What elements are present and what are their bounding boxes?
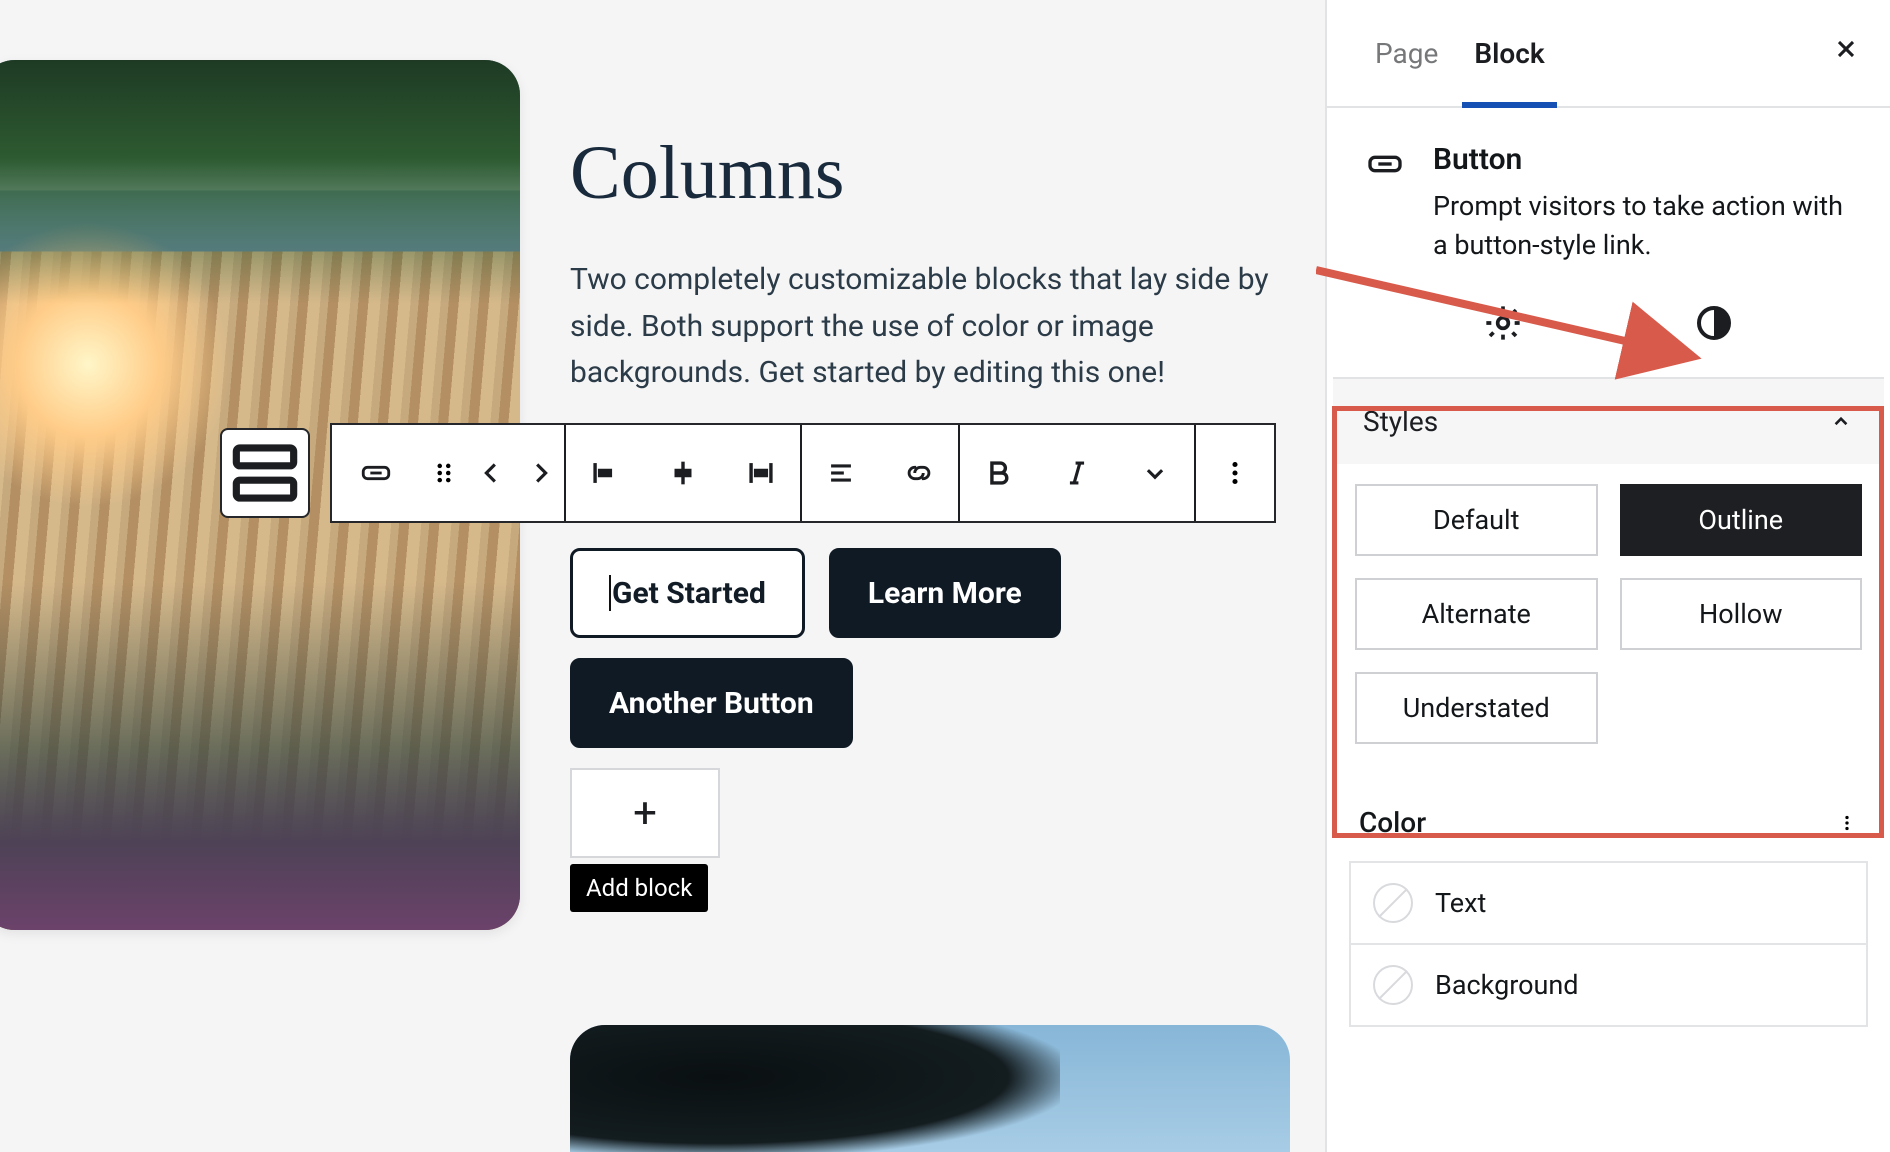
bold-icon (982, 456, 1016, 490)
drag-handle[interactable] (420, 425, 468, 521)
close-icon (1832, 35, 1860, 63)
secondary-image-column[interactable] (570, 1025, 1290, 1152)
text-caret (609, 575, 611, 611)
add-block-inserter: + Add block (570, 768, 720, 912)
block-description: Prompt visitors to take action with a bu… (1433, 187, 1854, 265)
paragraph-align-icon (824, 456, 858, 490)
plus-icon: + (633, 789, 657, 838)
styles-panel: Styles Default Outline Alternate Hollow … (1333, 377, 1884, 778)
block-options[interactable] (1196, 425, 1274, 521)
close-sidebar[interactable] (1832, 35, 1860, 71)
move-left[interactable] (468, 425, 516, 521)
contrast-icon (1694, 303, 1734, 343)
text-align[interactable] (802, 425, 880, 521)
add-block-button[interactable]: + (570, 768, 720, 858)
link-button[interactable] (880, 425, 958, 521)
color-panel-label: Color (1359, 806, 1426, 839)
italic-button[interactable] (1038, 425, 1116, 521)
link-icon (902, 456, 936, 490)
block-title: Button (1433, 142, 1854, 177)
text-column[interactable]: Columns Two completely customizable bloc… (570, 130, 1290, 397)
justify-full[interactable] (722, 425, 800, 521)
color-row-label: Background (1435, 969, 1579, 1001)
inspector-tabs (1327, 273, 1890, 377)
chevron-left-icon (475, 456, 509, 490)
style-hollow[interactable]: Hollow (1620, 578, 1863, 650)
learn-more-button[interactable]: Learn More (829, 548, 1061, 638)
style-default[interactable]: Default (1355, 484, 1598, 556)
style-alternate[interactable]: Alternate (1355, 578, 1598, 650)
chevron-down-icon (1138, 456, 1172, 490)
rock-image (570, 1025, 1060, 1152)
justify-left[interactable] (566, 425, 644, 521)
block-type-button[interactable] (332, 425, 420, 521)
more-options-icon (1218, 456, 1252, 490)
style-options-grid: Default Outline Alternate Hollow Underst… (1333, 464, 1884, 778)
tab-block[interactable]: Block (1456, 0, 1562, 106)
settings-tab[interactable] (1483, 303, 1523, 347)
button-block-icon (359, 456, 393, 490)
color-list: Text Background (1349, 861, 1868, 1027)
another-button[interactable]: Another Button (570, 658, 853, 748)
button-label: Another Button (609, 686, 814, 721)
columns-heading[interactable]: Columns (570, 130, 1290, 217)
gear-icon (1483, 303, 1523, 343)
align-justify-full-icon (744, 456, 778, 490)
block-toolbar (220, 423, 1276, 523)
color-row-label: Text (1435, 887, 1486, 919)
style-understated[interactable]: Understated (1355, 672, 1598, 744)
color-panel-header[interactable]: Color (1327, 778, 1890, 861)
chevron-right-icon (523, 456, 557, 490)
button-block-icon (1365, 144, 1405, 184)
columns-block-icon (222, 430, 308, 516)
swatch-none-icon (1373, 965, 1413, 1005)
button-label: Get Started (612, 576, 766, 611)
swatch-none-icon (1373, 883, 1413, 923)
align-left-icon (588, 456, 622, 490)
move-right[interactable] (516, 425, 564, 521)
styles-panel-header[interactable]: Styles (1333, 379, 1884, 464)
drag-handle-icon (427, 456, 461, 490)
sidebar-tabs: Page Block (1327, 0, 1890, 108)
align-center-icon (666, 456, 700, 490)
justify-center[interactable] (644, 425, 722, 521)
more-options-icon[interactable] (1836, 809, 1858, 837)
italic-icon (1060, 456, 1094, 490)
style-outline[interactable]: Outline (1620, 484, 1863, 556)
columns-body[interactable]: Two completely customizable blocks that … (570, 257, 1290, 397)
add-block-tooltip: Add block (570, 864, 708, 912)
tab-page[interactable]: Page (1357, 0, 1456, 106)
parent-block-selector[interactable] (220, 428, 310, 518)
chevron-up-icon (1828, 409, 1854, 435)
button-label: Learn More (868, 576, 1022, 611)
editor-canvas: Columns Two completely customizable bloc… (0, 0, 1400, 1152)
styles-tab[interactable] (1694, 303, 1734, 347)
color-background-row[interactable]: Background (1351, 945, 1866, 1025)
more-formatting[interactable] (1116, 425, 1194, 521)
styles-panel-label: Styles (1363, 405, 1438, 438)
inspector-sidebar: Page Block Button Prompt visitors to tak… (1325, 0, 1890, 1152)
block-type-icon-wrap (1363, 142, 1407, 186)
block-summary: Button Prompt visitors to take action wi… (1327, 108, 1890, 273)
bold-button[interactable] (960, 425, 1038, 521)
get-started-button[interactable]: Get Started (570, 548, 805, 638)
buttons-row: Get Started Learn More (570, 548, 1061, 638)
color-text-row[interactable]: Text (1351, 863, 1866, 945)
